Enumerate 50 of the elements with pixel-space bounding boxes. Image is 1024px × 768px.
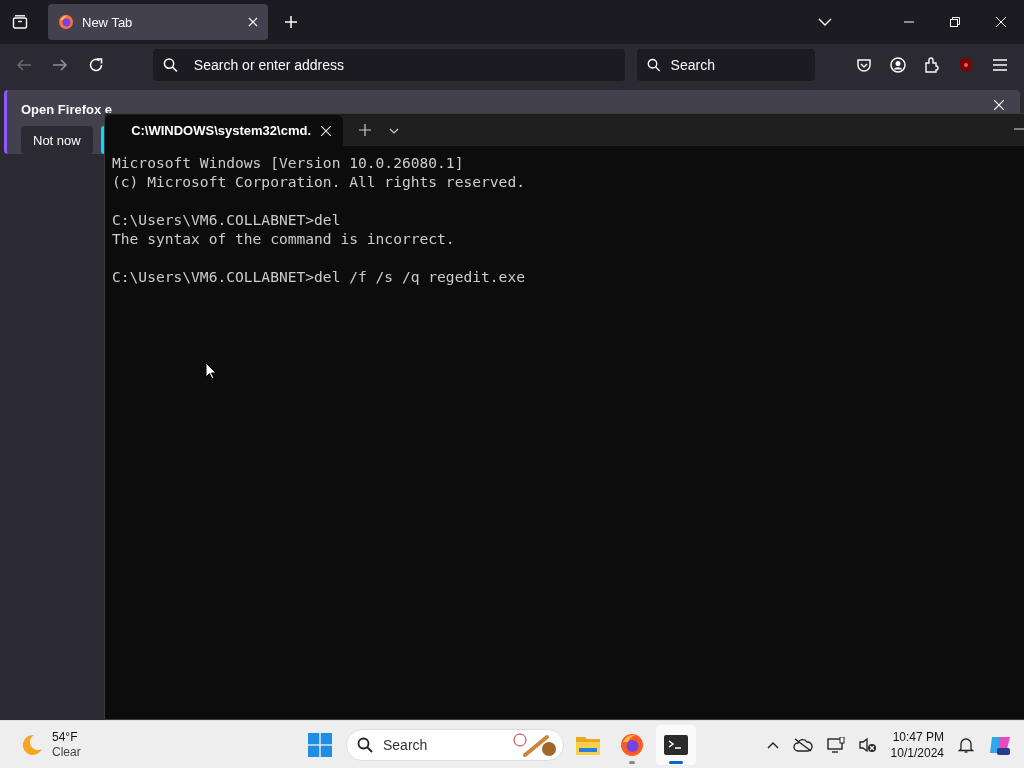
chevron-up-icon[interactable]	[766, 740, 779, 749]
menu-icon[interactable]	[992, 57, 1008, 73]
cloud-off-icon[interactable]	[792, 737, 813, 752]
search-field[interactable]: Search	[637, 49, 815, 81]
bell-icon[interactable]	[958, 736, 974, 753]
puzzle-icon[interactable]	[924, 57, 940, 73]
console-line: The syntax of the command is incorrect.	[112, 229, 456, 248]
tab-list-icon[interactable]	[12, 14, 28, 30]
baseball-icon	[513, 732, 557, 757]
pocket-icon[interactable]	[856, 57, 872, 73]
close-tab-icon[interactable]	[321, 125, 331, 136]
new-tab-icon[interactable]	[359, 124, 371, 136]
firefox-icon	[620, 732, 644, 757]
search-icon	[357, 736, 373, 753]
address-input[interactable]: Search or enter address	[191, 56, 625, 74]
search-input[interactable]: Search	[668, 56, 815, 74]
firefox-icon	[58, 14, 74, 30]
close-icon[interactable]	[996, 17, 1006, 27]
clock-time[interactable]: 10:47 PM	[892, 728, 944, 745]
mouse-cursor-icon	[205, 362, 217, 380]
console-line: (c) Microsoft Corporation. All rights reserved.	[112, 172, 526, 191]
reload-icon[interactable]	[88, 57, 104, 73]
folder-icon	[576, 734, 600, 755]
back-arrow-icon[interactable]	[16, 57, 32, 73]
account-icon[interactable]	[890, 57, 906, 73]
console-line: C:\Users\VM6.COLLABNET>del /f /s /q regedit.exe	[112, 267, 526, 286]
restore-icon[interactable]	[950, 17, 960, 27]
taskbar-app[interactable]	[656, 724, 696, 765]
address-field[interactable]: Search or enter address	[153, 49, 625, 81]
search-input[interactable]: Search	[381, 735, 485, 754]
search-icon	[647, 57, 661, 73]
forward-arrow-icon[interactable]	[52, 57, 68, 73]
terminal-tab[interactable]: C:\WINDOWS\system32\cmd.	[105, 115, 343, 146]
taskbar-search-field[interactable]: Search	[346, 728, 564, 761]
temperature-label: 54°F	[52, 729, 79, 745]
monitor-icon[interactable]	[826, 736, 845, 753]
terminal-icon	[664, 734, 688, 755]
shield-extension-icon[interactable]	[958, 57, 974, 73]
weather-condition: Clear	[52, 744, 81, 760]
chevron-down-icon[interactable]	[389, 128, 399, 134]
speaker-muted-icon[interactable]	[858, 736, 877, 753]
primary-button[interactable]	[100, 126, 104, 154]
start-icon[interactable]	[308, 732, 332, 757]
browser-tab[interactable]: New Tab	[48, 4, 268, 40]
console-line: C:\Users\VM6.COLLABNET>del	[112, 210, 342, 229]
close-icon[interactable]	[994, 100, 1004, 110]
console-line: Microsoft Windows [Version 10.0.26080.1]	[112, 153, 465, 172]
clock-date[interactable]: 10/1/2024	[890, 744, 944, 761]
not-now-button[interactable]: Not now	[21, 126, 93, 154]
search-icon	[163, 57, 178, 73]
